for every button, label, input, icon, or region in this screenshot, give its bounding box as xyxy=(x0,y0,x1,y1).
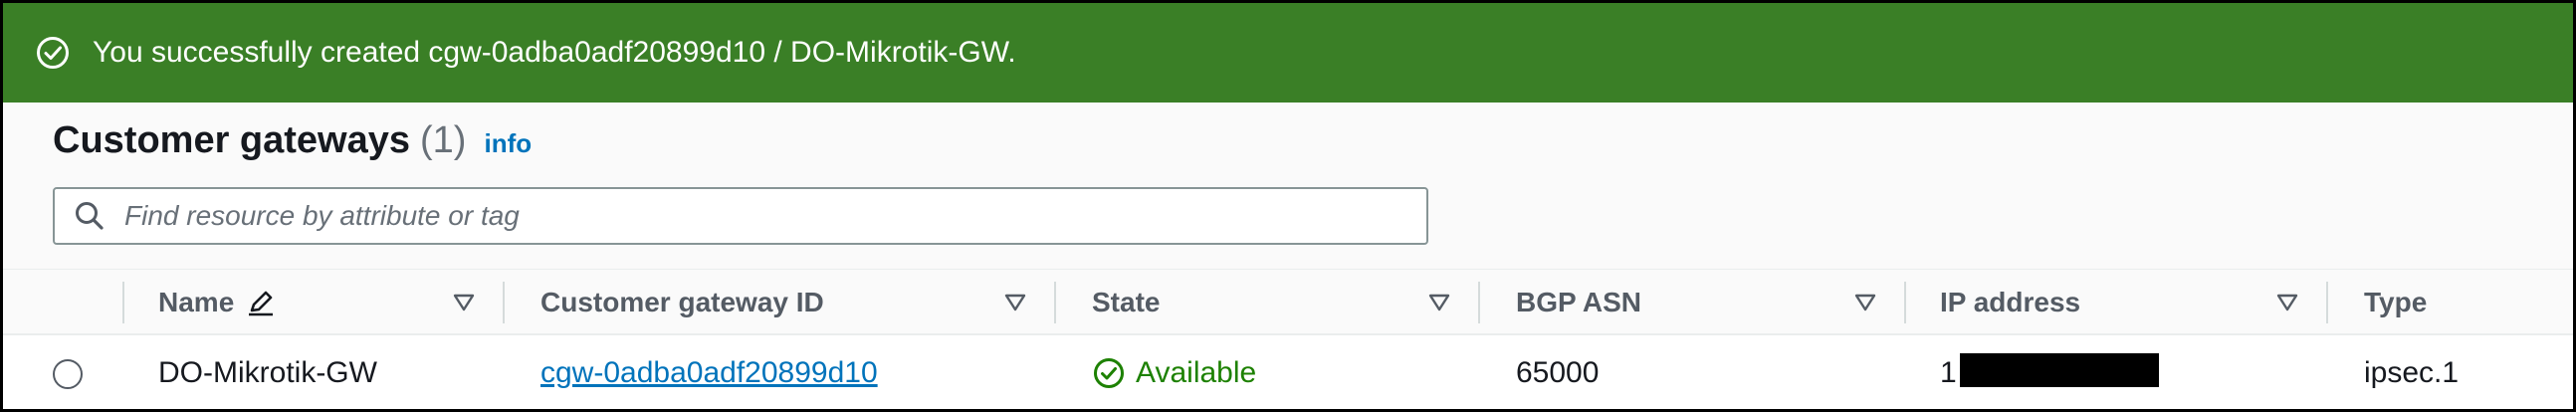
column-divider[interactable] xyxy=(503,282,505,323)
column-divider[interactable] xyxy=(2326,282,2328,323)
search-input[interactable] xyxy=(124,200,1426,232)
table-header-row: Name Customer gateway ID State BGP ASN I… xyxy=(3,270,2573,335)
sort-bgp-asn-icon[interactable] xyxy=(1854,270,1876,335)
column-header-bgp-asn[interactable]: BGP ASN xyxy=(1516,270,1641,335)
sort-state-icon[interactable] xyxy=(1428,270,1450,335)
sort-ip-address-icon[interactable] xyxy=(2276,270,2298,335)
column-divider[interactable] xyxy=(122,282,124,323)
banner-message: You successfully created cgw-0adba0adf20… xyxy=(93,36,1016,69)
column-header-customer-gateway-id[interactable]: Customer gateway ID xyxy=(540,270,824,335)
search-box[interactable] xyxy=(53,187,1428,245)
sort-name-icon[interactable] xyxy=(453,270,475,335)
screenshot-frame: You successfully created cgw-0adba0adf20… xyxy=(0,0,2576,412)
pencil-icon xyxy=(246,288,276,317)
column-divider[interactable] xyxy=(1054,282,1056,323)
cell-customer-gateway-id: cgw-0adba0adf20899d10 xyxy=(540,337,878,409)
table-row[interactable]: DO-Mikrotik-GW cgw-0adba0adf20899d10 Ava… xyxy=(3,337,2573,409)
info-link[interactable]: info xyxy=(484,128,532,159)
column-divider[interactable] xyxy=(1478,282,1480,323)
page-title: Customer gateways xyxy=(53,119,411,161)
check-circle-icon xyxy=(1092,356,1126,390)
status-text: Available xyxy=(1136,356,1257,389)
column-header-state[interactable]: State xyxy=(1092,270,1160,335)
column-divider[interactable] xyxy=(1904,282,1906,323)
sort-customer-gateway-id-icon[interactable] xyxy=(1004,270,1026,335)
cell-state: Available xyxy=(1092,337,1256,409)
redaction-block xyxy=(1960,353,2159,387)
cell-name: DO-Mikrotik-GW xyxy=(158,356,377,389)
success-banner: You successfully created cgw-0adba0adf20… xyxy=(3,3,2573,103)
check-circle-icon xyxy=(35,35,71,71)
search-icon xyxy=(73,199,107,233)
customer-gateway-id-link[interactable]: cgw-0adba0adf20899d10 xyxy=(540,356,878,390)
page-heading: Customer gateways (1) info xyxy=(53,119,532,162)
status-badge: Available xyxy=(1092,356,1256,390)
resource-count: (1) xyxy=(420,119,467,161)
cell-ip-address: 1 xyxy=(1940,356,1957,389)
column-header-name[interactable]: Name xyxy=(158,270,276,335)
column-header-type[interactable]: Type xyxy=(2364,270,2427,335)
column-header-ip-address[interactable]: IP address xyxy=(1940,270,2080,335)
cell-bgp-asn: 65000 xyxy=(1516,356,1600,389)
row-select-radio[interactable] xyxy=(53,359,83,389)
cell-type: ipsec.1 xyxy=(2364,356,2460,389)
